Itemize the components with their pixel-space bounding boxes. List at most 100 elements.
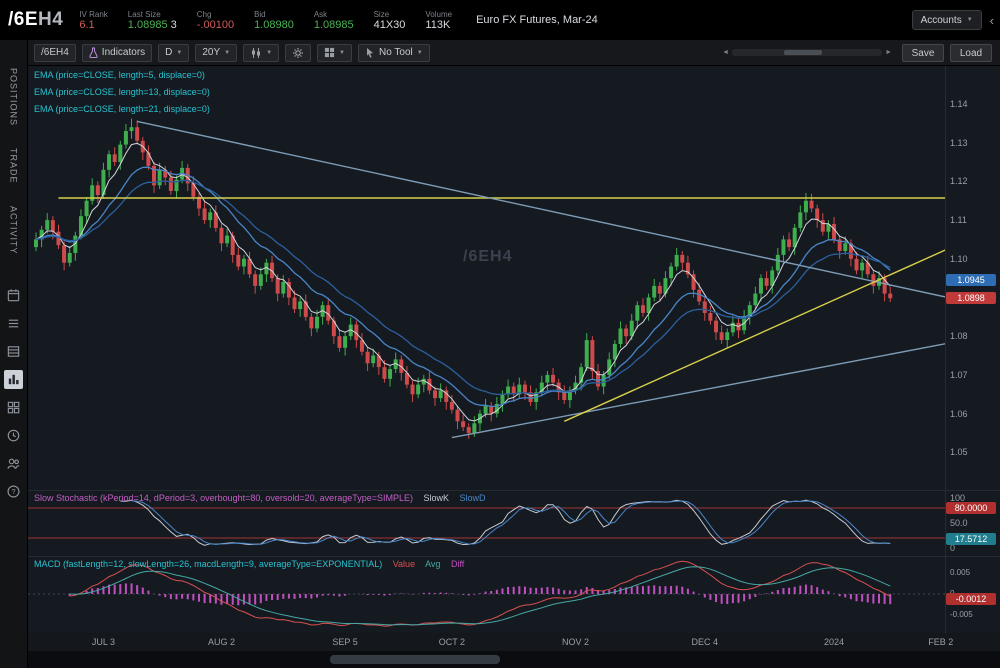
sidebar-tab-positions[interactable]: POSITIONS xyxy=(9,68,19,126)
stat-label: Chg xyxy=(196,9,212,19)
macd-avg-legend: Avg xyxy=(425,559,441,569)
scroll-track[interactable] xyxy=(732,49,883,56)
symbol-tab[interactable]: /6EH4 xyxy=(34,43,76,62)
chevron-down-icon: ▼ xyxy=(266,49,273,56)
trading-platform-window: /6EH4 IV Rank 6.1 Last Size 1.08985 3 Ch… xyxy=(0,0,1000,668)
left-sidebar: POSITIONS TRADE ACTIVITY ? xyxy=(0,40,28,668)
price-tick: 1.12 xyxy=(950,176,968,187)
stat-volume: Volume 113K xyxy=(425,10,452,31)
stat-label: Volume xyxy=(425,9,453,19)
price-tick: 1.08 xyxy=(950,331,968,342)
time-axis[interactable]: JUL 3 AUG 2 SEP 5 OCT 2 NOV 2 DEC 4 2024 FEB 2 xyxy=(28,633,1000,651)
axis-separator xyxy=(945,66,946,633)
macd-diff-legend: Diff xyxy=(450,559,465,569)
chart-pan-scrollbar[interactable]: ◄ ► xyxy=(722,49,892,56)
pane-separator[interactable] xyxy=(28,556,1000,557)
stoch-tick: 50.0 xyxy=(950,518,968,528)
stat-label: IV Rank xyxy=(79,9,108,19)
chart-type-dropdown[interactable]: ▼ xyxy=(243,43,280,62)
scroll-left-icon[interactable]: ◄ xyxy=(722,49,729,56)
stat-value: 6.1 xyxy=(79,18,95,31)
scroll-right-icon[interactable]: ► xyxy=(885,49,892,56)
ema5-label: EMA (price=CLOSE, length=5, displace=0) xyxy=(34,70,205,80)
users-icon[interactable] xyxy=(4,454,23,473)
symbol-title: /6EH4 xyxy=(8,9,63,31)
price-tick: 1.11 xyxy=(950,215,967,226)
symbol-root: /6E xyxy=(8,9,39,30)
stat-label: Bid xyxy=(254,9,266,19)
macd-label-row: MACD (fastLength=12, slowLength=26, macd… xyxy=(34,559,472,569)
descending-trendline[interactable] xyxy=(137,120,945,302)
list-icon[interactable] xyxy=(4,314,23,333)
time-label: SEP 5 xyxy=(332,637,358,647)
calendar-icon[interactable] xyxy=(4,286,23,305)
chart-horizontal-scrollbar[interactable] xyxy=(28,651,1000,668)
stat-last-size: Last Size 1.08985 3 xyxy=(128,10,177,31)
study-labels-price: EMA (price=CLOSE, length=5, displace=0) … xyxy=(34,70,210,121)
price-axis[interactable]: 1.141.131.121.111.101.091.081.071.061.05… xyxy=(945,66,1000,633)
gear-icon xyxy=(292,47,304,59)
sidebar-gadget-icons: ? xyxy=(4,286,23,501)
scrollbar-handle[interactable] xyxy=(330,655,500,664)
chevron-down-icon: ▼ xyxy=(176,49,183,56)
drawing-tool-dropdown[interactable]: No Tool ▼ xyxy=(358,43,430,62)
chevron-down-icon: ▼ xyxy=(224,49,231,56)
stat-iv-rank: IV Rank 6.1 xyxy=(79,10,107,31)
time-label: NOV 2 xyxy=(562,637,590,647)
stat-label: Last Size xyxy=(127,9,161,19)
indicators-button[interactable]: Indicators xyxy=(81,43,153,62)
scroll-thumb[interactable] xyxy=(784,50,823,55)
accounts-label: Accounts xyxy=(920,14,962,26)
chart-toolbar: /6EH4 Indicators D ▼ 20Y ▼ ▼ ▼ No Tool ▼ ◄… xyxy=(28,40,1000,66)
price-tick: 1.13 xyxy=(950,137,968,148)
stat-label: Ask xyxy=(313,9,328,19)
stat-size: Size 41X30 xyxy=(374,10,406,31)
price-chart[interactable] xyxy=(28,66,945,490)
rows-icon[interactable] xyxy=(4,342,23,361)
price-tick: 1.06 xyxy=(950,408,968,419)
cursor-icon xyxy=(365,47,375,58)
macd-tick: -0.005 xyxy=(950,610,973,619)
chart-settings-button[interactable] xyxy=(285,43,312,62)
sidebar-tab-trade[interactable]: TRADE xyxy=(9,148,19,184)
stat-value: 1.08985 xyxy=(313,18,354,31)
range-dropdown[interactable]: 20Y ▼ xyxy=(195,43,238,62)
time-label: AUG 2 xyxy=(207,637,235,647)
time-label: FEB 2 xyxy=(928,637,954,647)
stat-value: 1.08980 xyxy=(254,18,294,31)
collapse-panel-button[interactable]: ‹ xyxy=(990,13,994,28)
load-button[interactable]: Load xyxy=(950,44,992,62)
accounts-button[interactable]: Accounts ▼ xyxy=(911,10,982,30)
svg-text:?: ? xyxy=(11,487,15,496)
price-badge: 1.0898 xyxy=(946,292,996,305)
timeframe-dropdown[interactable]: D ▼ xyxy=(158,43,190,62)
save-button[interactable]: Save xyxy=(902,44,944,62)
macd-tick: 0.005 xyxy=(950,568,971,577)
macd-label: MACD (fastLength=12, slowLength=26, macd… xyxy=(34,559,383,569)
symbol-contract: H4 xyxy=(38,9,64,30)
grid-icon xyxy=(324,47,335,58)
stat-value: 113K xyxy=(425,18,451,31)
chart-gadget-icon[interactable] xyxy=(4,370,23,390)
grid-icon[interactable] xyxy=(4,398,23,417)
stat-value: 41X30 xyxy=(373,18,406,31)
chevron-down-icon: ▼ xyxy=(339,49,345,56)
help-icon[interactable]: ? xyxy=(4,482,23,501)
chevron-down-icon: ▼ xyxy=(966,17,973,23)
stat-ask: Ask 1.08985 xyxy=(314,10,354,31)
time-label: 2024 xyxy=(824,637,845,647)
ema21-label: EMA (price=CLOSE, length=21, displace=0) xyxy=(34,104,210,114)
grid-layout-dropdown[interactable]: ▼ xyxy=(317,43,352,62)
pane-separator[interactable] xyxy=(28,490,1000,491)
clock-icon[interactable] xyxy=(4,426,23,445)
chart-region: /6EH4 EMA (price=CLOSE, length=5, displa… xyxy=(28,66,1000,668)
slowk-legend: SlowK xyxy=(423,493,450,503)
stat-value: -.00100 xyxy=(196,18,235,31)
time-label: JUL 3 xyxy=(91,637,116,647)
ema13-label: EMA (price=CLOSE, length=13, displace=0) xyxy=(34,87,210,97)
sidebar-tab-activity[interactable]: ACTIVITY xyxy=(9,206,19,255)
candlestick-icon xyxy=(250,47,262,59)
time-label: OCT 2 xyxy=(438,637,466,647)
quote-header: /6EH4 IV Rank 6.1 Last Size 1.08985 3 Ch… xyxy=(0,0,1000,40)
stochastic-label: Slow Stochastic (kPeriod=14, dPeriod=3, … xyxy=(34,493,413,503)
